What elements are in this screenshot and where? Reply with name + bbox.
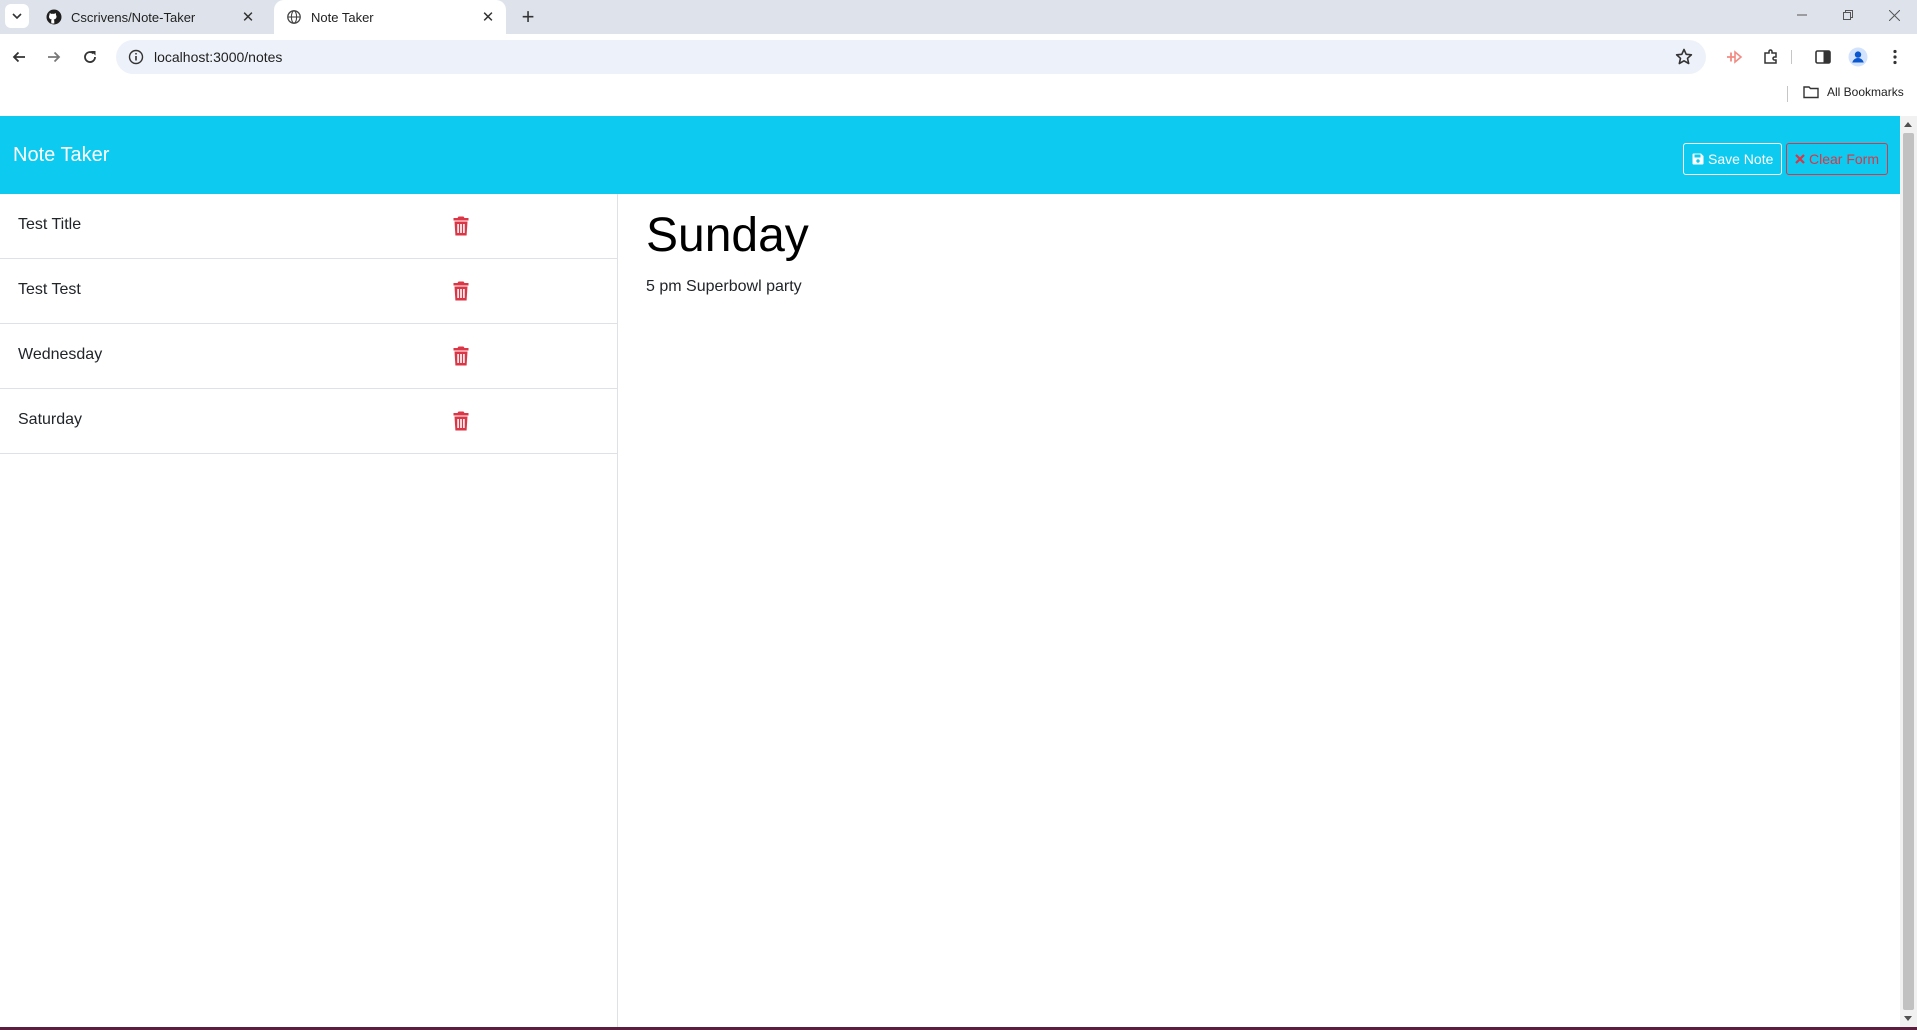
note-list-item-title: Saturday [18, 411, 83, 428]
note-list-item-title: Wednesday [18, 346, 103, 363]
browser-tab-github[interactable]: Cscrivens/Note-Taker ✕ [34, 0, 266, 34]
bookmarks-divider [1787, 86, 1788, 102]
save-note-label: Save Note [1708, 151, 1774, 167]
note-list-item[interactable]: Test Title [0, 194, 617, 259]
restore-icon[interactable] [1825, 0, 1871, 30]
minimize-icon[interactable] [1779, 0, 1825, 30]
app-brand[interactable]: Note Taker [13, 144, 109, 167]
bookmark-star-icon[interactable] [1674, 47, 1694, 67]
extensions-puzzle-icon[interactable] [1761, 47, 1781, 67]
browser-tab-note-taker[interactable]: Note Taker ✕ [274, 0, 506, 34]
github-icon [46, 9, 62, 25]
note-list-item-title: Test Test [18, 281, 81, 298]
profile-avatar-icon[interactable] [1848, 47, 1868, 67]
new-tab-button[interactable]: + [514, 3, 542, 31]
note-list-item-title: Test Title [18, 216, 82, 233]
trash-icon[interactable] [453, 216, 469, 236]
scroll-up-icon[interactable] [1904, 122, 1912, 127]
url-text: localhost:3000/notes [154, 49, 283, 65]
side-panel-icon[interactable] [1813, 47, 1833, 67]
all-bookmarks-label: All Bookmarks [1827, 85, 1904, 99]
note-title-input[interactable]: Sunday [646, 208, 809, 263]
note-list-item[interactable]: Test Test [0, 259, 617, 324]
extension-arrow-icon[interactable] [1724, 47, 1744, 67]
scrollbar-thumb[interactable] [1903, 133, 1914, 1010]
forward-icon[interactable] [40, 43, 68, 71]
globe-icon [286, 9, 302, 25]
notes-list: Test Title Test Test Wednesday Saturday [0, 194, 618, 1027]
tab-title: Note Taker [311, 9, 374, 25]
bookmarks-bar: All Bookmarks [0, 78, 1917, 116]
address-bar[interactable]: localhost:3000/notes [116, 40, 1706, 74]
trash-icon[interactable] [453, 346, 469, 366]
page-scrollbar[interactable] [1900, 116, 1917, 1027]
note-editor: Sunday 5 pm Superbowl party [619, 194, 1900, 1027]
browser-tab-strip: Cscrivens/Note-Taker ✕ Note Taker ✕ + [0, 0, 1917, 34]
folder-icon [1803, 86, 1819, 99]
close-window-icon[interactable] [1871, 0, 1917, 30]
toolbar-divider [1791, 50, 1792, 64]
scroll-down-icon[interactable] [1904, 1016, 1912, 1021]
note-list-item[interactable]: Wednesday [0, 324, 617, 389]
note-text-area[interactable]: 5 pm Superbowl party [646, 278, 802, 296]
note-list-item[interactable]: Saturday [0, 389, 617, 454]
reload-icon[interactable] [76, 43, 104, 71]
all-bookmarks-button[interactable]: All Bookmarks [1803, 85, 1904, 99]
clear-form-button[interactable]: Clear Form [1786, 143, 1889, 175]
save-icon [1692, 153, 1704, 165]
close-tab-icon[interactable]: ✕ [238, 7, 258, 27]
app-navbar: Note Taker Save Note Clear Form [0, 116, 1900, 194]
trash-icon[interactable] [453, 411, 469, 431]
more-menu-icon[interactable] [1885, 47, 1905, 67]
back-icon[interactable] [5, 43, 33, 71]
chevron-down-icon [12, 13, 22, 20]
close-tab-icon[interactable]: ✕ [478, 7, 498, 27]
site-info-icon[interactable] [128, 49, 144, 65]
clear-form-label: Clear Form [1809, 151, 1880, 167]
tab-search-button[interactable] [5, 4, 29, 28]
page-viewport: Note Taker Save Note Clear Form Test Tit… [0, 116, 1900, 1027]
times-icon [1795, 154, 1805, 164]
browser-toolbar: localhost:3000/notes [0, 34, 1917, 78]
trash-icon[interactable] [453, 281, 469, 301]
tab-title: Cscrivens/Note-Taker [71, 9, 196, 25]
save-note-button[interactable]: Save Note [1683, 143, 1783, 175]
